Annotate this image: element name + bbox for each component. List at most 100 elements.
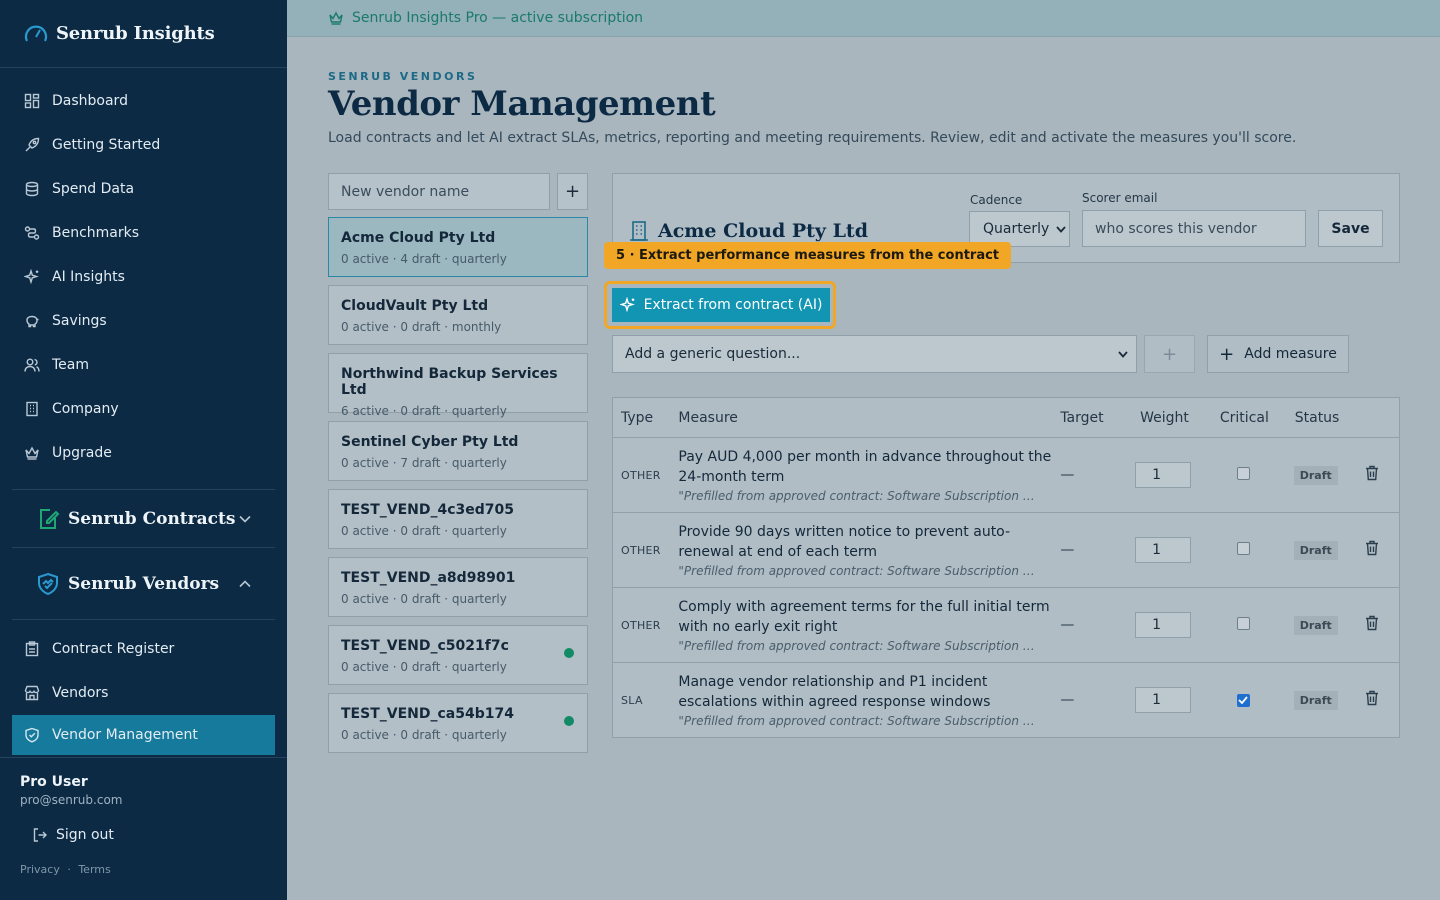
trash-icon[interactable] bbox=[1365, 540, 1379, 556]
measure-type: OTHER bbox=[612, 437, 679, 513]
user-email: pro@senrub.com bbox=[20, 793, 123, 807]
section-vendors[interactable]: Senrub Vendors bbox=[12, 547, 275, 619]
shield-check-icon bbox=[24, 727, 40, 743]
extract-from-contract-button[interactable]: Extract from contract (AI) bbox=[612, 288, 830, 322]
weight-input[interactable]: 1 bbox=[1135, 462, 1192, 488]
sparkle-icon bbox=[619, 297, 635, 313]
nav-contract-register[interactable]: Contract Register bbox=[12, 627, 275, 671]
vendor-item[interactable]: Northwind Backup Services Ltd 6 active ·… bbox=[328, 353, 588, 418]
new-vendor-input[interactable]: New vendor name bbox=[328, 173, 550, 210]
add-generic-question-button[interactable]: + bbox=[1144, 335, 1195, 373]
measure-target: — bbox=[1060, 512, 1141, 588]
nav-label: Dashboard bbox=[52, 93, 128, 109]
nav-getting-started[interactable]: Getting Started bbox=[0, 123, 275, 167]
privacy-link[interactable]: Privacy bbox=[20, 863, 60, 876]
chevron-down-icon bbox=[1056, 225, 1066, 233]
critical-checkbox[interactable] bbox=[1236, 616, 1250, 630]
sign-out-icon bbox=[33, 828, 47, 842]
critical-cell bbox=[1219, 437, 1295, 513]
vendor-name: TEST_VEND_4c3ed705 bbox=[341, 502, 515, 518]
tour-tooltip: 5 · Extract performance measures from th… bbox=[604, 242, 1012, 269]
weight-cell: 1 bbox=[1135, 663, 1220, 738]
add-vendor-button[interactable]: + bbox=[557, 173, 588, 210]
col-target: Target bbox=[1060, 397, 1141, 438]
col-weight: Weight bbox=[1140, 397, 1220, 438]
add-measure-button[interactable]: + Add measure bbox=[1207, 335, 1349, 373]
status-badge: Draft bbox=[1293, 540, 1338, 560]
measure-title: Provide 90 days written notice to preven… bbox=[678, 524, 1011, 560]
nav-team[interactable]: Team bbox=[0, 343, 275, 387]
chevron-up-icon[interactable] bbox=[239, 577, 251, 591]
vendor-item[interactable]: CloudVault Pty Ltd 0 active · 0 draft · … bbox=[328, 285, 588, 345]
trash-icon[interactable] bbox=[1365, 615, 1379, 631]
measure-note: "Prefilled from approved contract: Softw… bbox=[678, 639, 1040, 653]
generic-question-select[interactable]: Add a generic question... bbox=[612, 335, 1137, 373]
measure-target: — bbox=[1060, 437, 1141, 513]
nav-label: Upgrade bbox=[52, 445, 112, 461]
save-button[interactable]: Save bbox=[1318, 210, 1383, 247]
trash-icon[interactable] bbox=[1365, 465, 1379, 481]
weight-input[interactable]: 1 bbox=[1135, 687, 1192, 713]
nav-upgrade[interactable]: Upgrade bbox=[0, 431, 275, 475]
chevron-down-icon bbox=[1118, 350, 1128, 358]
vendor-meta: 0 active · 4 draft · quarterly bbox=[341, 252, 507, 266]
gauge-icon bbox=[24, 25, 48, 41]
nav-company[interactable]: Company bbox=[0, 387, 275, 431]
critical-checkbox[interactable] bbox=[1236, 693, 1250, 707]
nav-dashboard[interactable]: Dashboard bbox=[0, 79, 275, 123]
measure-cell[interactable]: Provide 90 days written notice to preven… bbox=[678, 512, 1061, 588]
actions-cell bbox=[1364, 587, 1400, 663]
scorer-email-input[interactable]: who scores this vendor bbox=[1082, 210, 1306, 247]
measure-note: "Prefilled from approved contract: Softw… bbox=[678, 489, 1040, 503]
section-contracts[interactable]: Senrub Contracts bbox=[12, 489, 275, 547]
status-cell: Draft bbox=[1293, 512, 1365, 588]
weight-input[interactable]: 1 bbox=[1135, 612, 1192, 638]
clipboard-icon bbox=[24, 641, 40, 657]
check-icon bbox=[1238, 696, 1249, 704]
critical-checkbox[interactable] bbox=[1236, 541, 1250, 555]
section-vendors-title: Senrub Vendors bbox=[36, 572, 219, 596]
nav-savings[interactable]: Savings bbox=[0, 299, 275, 343]
actions-cell bbox=[1365, 663, 1400, 738]
measure-target: — bbox=[1060, 587, 1141, 663]
weight-cell: 1 bbox=[1135, 512, 1220, 588]
vendor-item[interactable]: Sentinel Cyber Pty Ltd 0 active · 7 draf… bbox=[328, 421, 588, 481]
sign-out-label: Sign out bbox=[56, 827, 114, 843]
vendor-item[interactable]: TEST_VEND_ca54b174 0 active · 0 draft · … bbox=[328, 693, 588, 753]
chevron-down-icon[interactable] bbox=[239, 512, 251, 526]
measure-cell[interactable]: Pay AUD 4,000 per month in advance throu… bbox=[678, 437, 1061, 513]
cadence-label: Cadence bbox=[970, 193, 1023, 207]
nav-vendor-management[interactable]: Vendor Management bbox=[12, 715, 275, 755]
measure-note: "Prefilled from approved contract: Softw… bbox=[678, 714, 1040, 728]
trash-icon[interactable] bbox=[1365, 690, 1379, 706]
actions-cell bbox=[1364, 437, 1400, 513]
vendor-item[interactable]: Acme Cloud Pty Ltd 0 active · 4 draft · … bbox=[328, 217, 588, 277]
sign-out-button[interactable]: Sign out bbox=[20, 827, 267, 843]
weight-input[interactable]: 1 bbox=[1135, 537, 1192, 563]
critical-cell bbox=[1219, 587, 1295, 663]
nav-spend-data[interactable]: Spend Data bbox=[0, 167, 275, 211]
vendor-item[interactable]: TEST_VEND_c5021f7c 0 active · 0 draft · … bbox=[328, 625, 588, 685]
user-name: Pro User bbox=[20, 774, 88, 790]
nav-benchmarks[interactable]: Benchmarks bbox=[0, 211, 275, 255]
critical-checkbox[interactable] bbox=[1236, 466, 1250, 480]
vendor-item[interactable]: TEST_VEND_4c3ed705 0 active · 0 draft · … bbox=[328, 489, 588, 549]
cadence-value: Quarterly bbox=[983, 221, 1050, 237]
measure-cell[interactable]: Comply with agreement terms for the full… bbox=[678, 587, 1061, 663]
vendor-item[interactable]: TEST_VEND_a8d98901 0 active · 0 draft · … bbox=[328, 557, 588, 617]
extract-label: Extract from contract (AI) bbox=[643, 297, 823, 313]
measure-title: Pay AUD 4,000 per month in advance throu… bbox=[678, 449, 1052, 485]
status-dot bbox=[564, 716, 574, 726]
brand[interactable]: Senrub Insights bbox=[0, 0, 287, 68]
table-header-row: Type Measure Target Weight Critical Stat… bbox=[612, 397, 1400, 438]
dashboard-icon bbox=[24, 93, 40, 109]
nav-vendors[interactable]: Vendors bbox=[12, 671, 275, 715]
terms-link[interactable]: Terms bbox=[78, 863, 110, 876]
status-badge: Draft bbox=[1293, 465, 1338, 485]
vendor-name: TEST_VEND_c5021f7c bbox=[341, 638, 509, 654]
measure-cell[interactable]: Manage vendor relationship and P1 incide… bbox=[678, 663, 1060, 738]
nav-ai-insights[interactable]: AI Insights bbox=[0, 255, 275, 299]
section-contracts-label: Senrub Contracts bbox=[68, 508, 236, 529]
vendor-meta: 0 active · 7 draft · quarterly bbox=[341, 456, 507, 470]
vendor-detail-title: Acme Cloud Pty Ltd bbox=[628, 220, 868, 242]
